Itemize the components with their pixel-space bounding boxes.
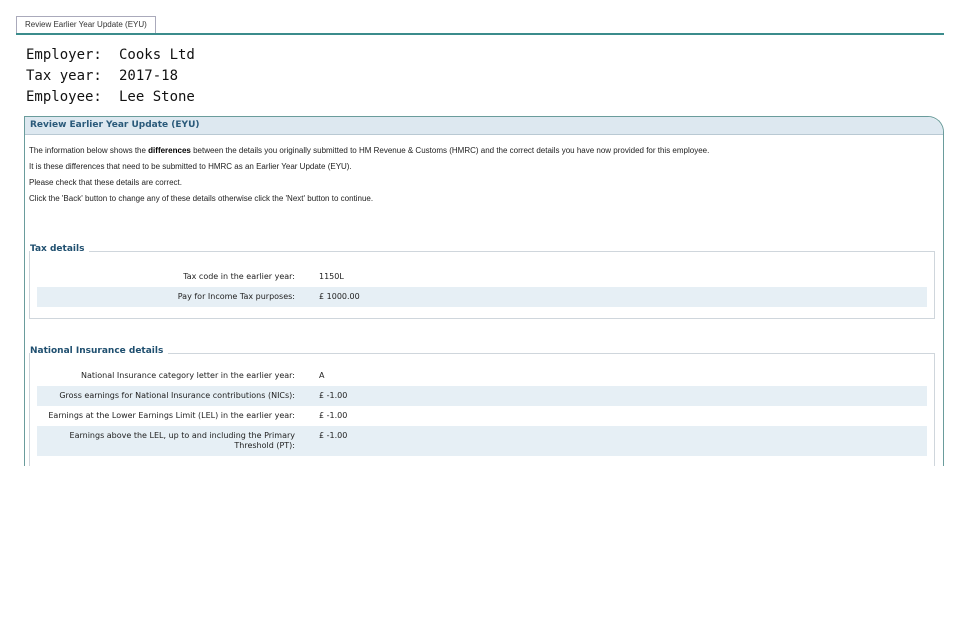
- eyu-window: Review Earlier Year Update (EYU) Employe…: [16, 14, 944, 466]
- detail-value: £ -1.00: [319, 391, 348, 400]
- detail-label: Gross earnings for National Insurance co…: [59, 391, 295, 400]
- detail-value: £ 1000.00: [319, 292, 360, 301]
- detail-label: Earnings above the LEL, up to and includ…: [69, 431, 295, 450]
- panel-title: Review Earlier Year Update (EYU): [25, 117, 943, 135]
- employee-header: Employer: Cooks Ltd Tax year: 2017-18 Em…: [26, 45, 944, 108]
- detail-value: A: [319, 371, 325, 380]
- detail-row: Pay for Income Tax purposes: £ 1000.00: [37, 287, 927, 307]
- ni-details-legend: National Insurance details: [30, 346, 169, 356]
- intro-text: The information below shows the differen…: [25, 135, 943, 207]
- employer-label: Employer:: [26, 47, 102, 63]
- review-panel: Review Earlier Year Update (EYU) The inf…: [24, 116, 944, 466]
- detail-row: Earnings at the Lower Earnings Limit (LE…: [37, 406, 927, 426]
- detail-value: £ -1.00: [319, 411, 348, 420]
- tax-details-legend: Tax details: [30, 244, 90, 254]
- intro-line-4: Click the 'Back' button to change any of…: [29, 194, 374, 203]
- detail-label: Earnings at the Lower Earnings Limit (LE…: [48, 411, 295, 420]
- taxyear-value: 2017-18: [119, 68, 179, 84]
- detail-value: 1150L: [319, 272, 344, 281]
- detail-row: Tax code in the earlier year: 1150L: [37, 267, 927, 287]
- intro-line-1-pre: The information below shows the: [29, 146, 149, 155]
- intro-line-1-post: between the details you originally submi…: [190, 146, 710, 155]
- detail-label: Pay for Income Tax purposes:: [177, 292, 295, 301]
- employer-row: Employer: Cooks Ltd: [26, 45, 944, 66]
- detail-label: Tax code in the earlier year:: [183, 272, 295, 281]
- tax-details-rows: Tax code in the earlier year: 1150L Pay …: [37, 267, 927, 307]
- detail-value: £ -1.00: [319, 431, 348, 440]
- employee-value: Lee Stone: [119, 89, 195, 105]
- detail-row: Earnings above the LEL, up to and includ…: [37, 426, 927, 456]
- ni-details-section: National Insurance details National Insu…: [29, 346, 935, 466]
- intro-line-1-bold: differences: [148, 146, 191, 155]
- intro-line-2: It is these differences that need to be …: [29, 162, 352, 171]
- taxyear-label: Tax year:: [26, 68, 102, 84]
- intro-line-3: Please check that these details are corr…: [29, 178, 182, 187]
- ni-details-rows: National Insurance category letter in th…: [37, 366, 927, 456]
- employee-row: Employee: Lee Stone: [26, 87, 944, 108]
- tax-details-section: Tax details Tax code in the earlier year…: [29, 244, 935, 319]
- taxyear-row: Tax year: 2017-18: [26, 66, 944, 87]
- tab-bar: Review Earlier Year Update (EYU): [16, 14, 944, 35]
- tab-review-eyu[interactable]: Review Earlier Year Update (EYU): [16, 16, 156, 33]
- employer-value: Cooks Ltd: [119, 47, 195, 63]
- detail-row: Gross earnings for National Insurance co…: [37, 386, 927, 406]
- employee-label: Employee:: [26, 89, 102, 105]
- detail-row: National Insurance category letter in th…: [37, 366, 927, 386]
- detail-label: National Insurance category letter in th…: [81, 371, 295, 380]
- intro-line-1: The information below shows the differen…: [29, 143, 939, 159]
